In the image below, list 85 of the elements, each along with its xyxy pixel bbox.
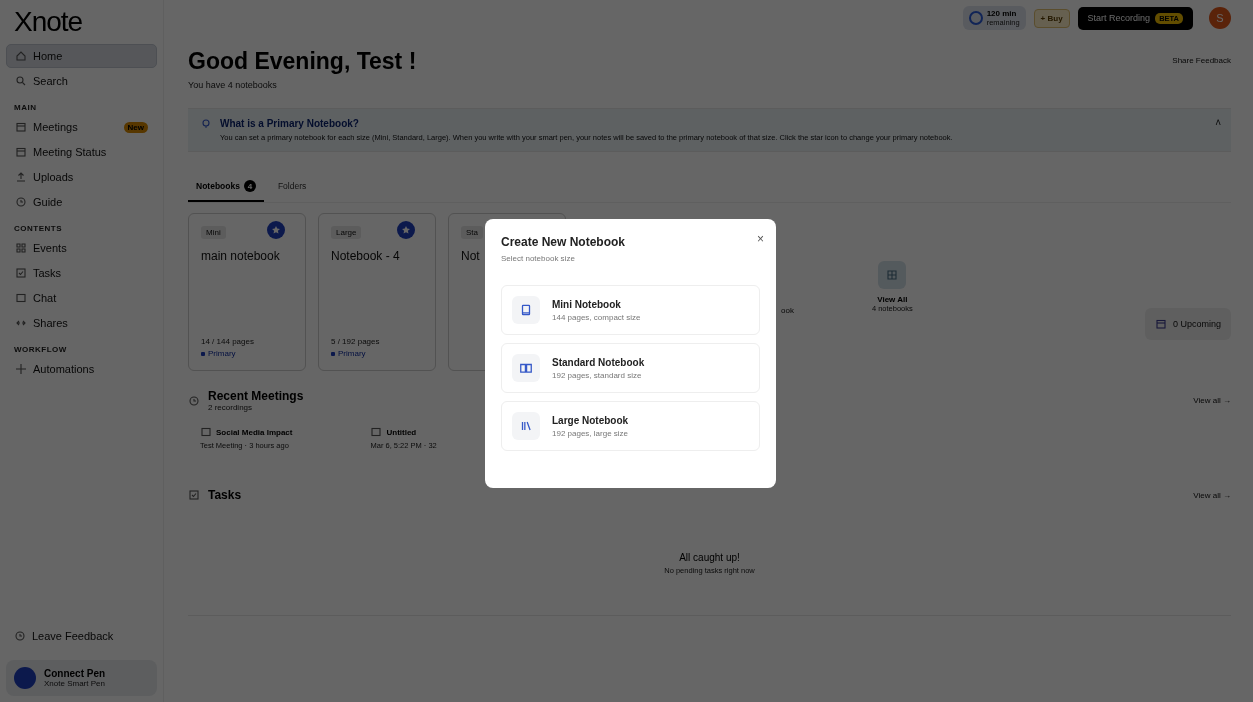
section-title: Recent Meetings <box>208 389 304 403</box>
home-icon <box>15 50 27 62</box>
close-button[interactable]: × <box>755 230 766 248</box>
notebook-size-option[interactable]: Standard Notebook 192 pages, standard size <box>501 343 760 393</box>
pen-avatar-icon <box>14 667 36 689</box>
create-card-label: ook <box>781 306 794 315</box>
grid-icon <box>886 269 899 281</box>
primary-label: Primary <box>201 349 236 358</box>
notebook-card[interactable]: Mini main notebook 14 / 144 pages Primary <box>188 213 306 371</box>
option-description: 192 pages, large size <box>552 428 629 438</box>
section-heading: CONTENTS <box>13 223 63 235</box>
calendar-icon <box>15 146 27 158</box>
page-count: 5 / 192 pages <box>331 337 380 346</box>
clock-icon <box>188 394 200 407</box>
new-badge: New <box>123 121 148 133</box>
checklist-icon <box>188 489 200 501</box>
pen-title: Connect Pen <box>44 668 106 679</box>
upcoming-panel[interactable]: 0 Upcoming <box>1144 308 1231 340</box>
user-avatar[interactable]: S <box>1209 7 1231 29</box>
share-feedback-link[interactable]: Share Feedback <box>1172 56 1231 65</box>
sidebar-item[interactable]: Home <box>6 44 157 68</box>
sidebar-item[interactable]: Events <box>6 236 157 260</box>
app-logo: Xnote <box>13 6 84 39</box>
section-heading: WORKFLOW <box>13 344 68 356</box>
empty-title: All caught up! <box>679 552 740 563</box>
sidebar-item[interactable]: Automations <box>6 357 157 381</box>
size-tag: Mini <box>201 226 226 239</box>
notebook-count: You have 4 notebooks <box>188 80 278 90</box>
option-title: Large Notebook <box>552 414 629 426</box>
search-icon <box>15 75 27 87</box>
meeting-title: Untitled <box>386 427 417 437</box>
view-all-link[interactable]: View all → <box>1193 396 1231 405</box>
calendar-icon <box>15 121 27 133</box>
sidebar-item[interactable]: Meeting Status <box>6 140 157 164</box>
size-tag: Large <box>331 226 362 239</box>
option-description: 192 pages, standard size <box>552 370 643 380</box>
clock-icon <box>15 196 27 208</box>
notebook-title: Not <box>461 249 480 263</box>
buy-button[interactable]: + Buy <box>1033 8 1070 28</box>
minutes-value: 120 min <box>986 9 1018 18</box>
sidebar-item[interactable]: Shares <box>6 311 157 335</box>
banner-title: What is a Primary Notebook? <box>220 118 360 129</box>
meeting-title: Social Media Impact <box>216 427 293 437</box>
books-icon <box>519 419 533 433</box>
upload-icon <box>15 171 27 183</box>
grid-icon <box>15 242 27 254</box>
sidebar-item[interactable]: Tasks <box>6 261 157 285</box>
clock-icon <box>968 11 983 25</box>
notebook-title: main notebook <box>201 249 280 263</box>
tab[interactable]: Folders <box>269 172 315 202</box>
sidebar-item[interactable]: Chat <box>6 286 157 310</box>
notebook-icon <box>519 303 533 317</box>
clock-icon <box>14 630 26 642</box>
dialog-subtitle: Select notebook size <box>501 254 576 263</box>
section-title: Tasks <box>208 488 242 502</box>
connect-pen-button[interactable]: Connect Pen Xnote Smart Pen <box>6 660 157 696</box>
option-title: Mini Notebook <box>552 298 622 310</box>
size-tag: Sta <box>461 226 483 239</box>
recording-count: 2 recordings <box>208 403 254 412</box>
page-count: 14 / 144 pages <box>201 337 254 346</box>
leave-feedback-link[interactable]: Leave Feedback <box>6 624 122 648</box>
sidebar-item[interactable]: Uploads <box>6 165 157 189</box>
view-all-link[interactable]: View all → <box>1193 490 1231 500</box>
dialog-title: Create New Notebook <box>501 235 627 249</box>
sidebar-item[interactable]: Meetings New <box>6 115 157 139</box>
notebook-card[interactable]: Large Notebook - 4 5 / 192 pages Primary <box>318 213 436 371</box>
option-title: Standard Notebook <box>552 356 645 368</box>
open-book-icon <box>519 361 533 375</box>
notebook-size-option[interactable]: Large Notebook 192 pages, large size <box>501 401 760 451</box>
calendar-icon <box>1154 318 1167 330</box>
sidebar-item[interactable]: Guide <box>6 190 157 214</box>
view-all-label: View All <box>877 295 908 304</box>
tab[interactable]: Notebooks 4 <box>188 172 264 202</box>
pen-subtitle: Xnote Smart Pen <box>44 679 106 688</box>
primary-label: Primary <box>331 349 366 358</box>
notebook-size-option[interactable]: Mini Notebook 144 pages, compact size <box>501 285 760 335</box>
checklist-icon <box>15 267 27 279</box>
lightbulb-icon <box>200 118 212 130</box>
notebook-title: Notebook - 4 <box>331 249 400 263</box>
section-heading: MAIN <box>13 102 38 114</box>
collapse-icon[interactable]: ˄ <box>1215 117 1221 128</box>
greeting-heading: Good Evening, Test ! <box>188 48 417 75</box>
option-description: 144 pages, compact size <box>552 312 641 322</box>
count-badge: 4 <box>243 180 256 192</box>
sidebar-item[interactable]: Search <box>6 69 157 93</box>
